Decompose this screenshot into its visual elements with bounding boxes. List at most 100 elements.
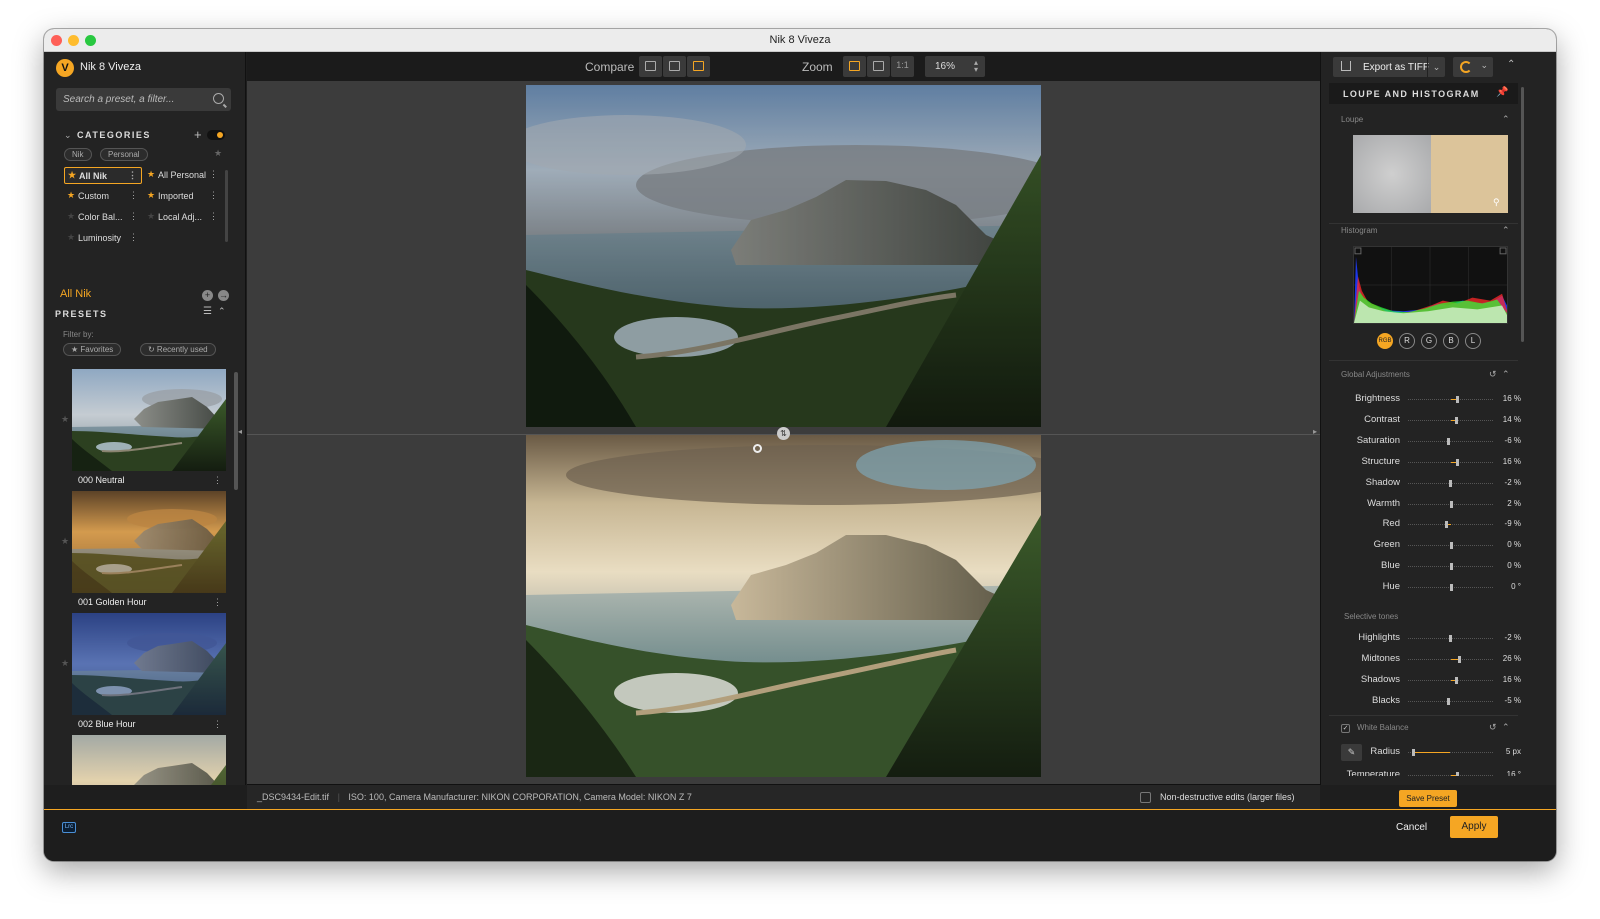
more-icon[interactable]: ⋮	[213, 719, 222, 730]
star-icon: ★	[67, 232, 76, 242]
preset-tile-neutral[interactable]: ★ 000 Neutral ⋮	[61, 369, 226, 487]
close-window-button[interactable]	[51, 35, 62, 46]
more-icon[interactable]: ⋮	[209, 211, 218, 222]
preset-tile-partial[interactable]: ★	[72, 735, 226, 785]
chip-personal[interactable]: Personal	[100, 148, 148, 161]
star-icon: ★	[147, 169, 156, 179]
list-view-icon[interactable]: ☰	[203, 306, 212, 317]
compare-split-icon	[669, 61, 680, 71]
category-all-personal[interactable]: ★ All Personal ⋮	[144, 167, 222, 184]
more-icon[interactable]: ⋮	[129, 232, 138, 243]
slider-thumb[interactable]	[1456, 771, 1460, 776]
title-bar: Nik 8 Viveza	[44, 29, 1556, 52]
non-destructive-label: Non-destructive edits (larger files)	[1160, 792, 1295, 802]
more-icon[interactable]: ⋮	[128, 170, 137, 181]
collapse-right-icon[interactable]: ▸	[1313, 427, 1317, 436]
category-imported[interactable]: ★ Imported ⋮	[144, 188, 222, 205]
cancel-button[interactable]: Cancel	[1396, 822, 1427, 833]
compare-side-by-side-button[interactable]	[663, 56, 686, 77]
add-category-icon[interactable]: +	[194, 127, 202, 142]
preset-thumbnail	[72, 735, 226, 785]
image-metadata: ISO: 100, Camera Manufacturer: NIKON COR…	[348, 792, 692, 802]
star-icon: ★	[147, 211, 156, 221]
star-icon: ★	[67, 211, 76, 221]
categories-toggle[interactable]	[207, 130, 225, 140]
compare-stacked-button[interactable]	[687, 56, 710, 77]
slider-thumb[interactable]	[1412, 749, 1416, 756]
compare-stacked-icon	[693, 61, 704, 71]
filename: _DSC9434-Edit.tif	[257, 792, 330, 802]
control-point-marker[interactable]	[753, 444, 762, 453]
separator: |	[337, 792, 340, 802]
categories-scrollbar[interactable]	[225, 170, 228, 242]
category-color-balance[interactable]: ★ Color Bal... ⋮	[64, 209, 142, 226]
slider-value: 5 px	[1505, 747, 1521, 756]
star-icon[interactable]: ★	[61, 658, 69, 669]
wb-radius-slider[interactable]: Radius 5 px	[1321, 746, 1556, 760]
image-canvas[interactable]: ◂ ▸ ⇅	[238, 81, 1320, 784]
more-icon[interactable]: ⋮	[213, 597, 222, 608]
non-destructive-checkbox[interactable]	[1140, 792, 1151, 803]
save-preset-button[interactable]: Save Preset	[1399, 790, 1457, 807]
search-icon	[213, 93, 224, 104]
search-placeholder: Search a preset, a filter...	[63, 94, 175, 105]
before-image[interactable]	[526, 85, 1041, 427]
preset-name: 002 Blue Hour	[78, 719, 136, 729]
more-icon[interactable]: ⋮	[213, 475, 222, 486]
slider-value: 16 °	[1506, 769, 1521, 777]
more-icon[interactable]: ⋮	[209, 169, 218, 180]
preset-tile-golden-hour[interactable]: ★ 001 Golden Hour ⋮	[61, 491, 226, 609]
chip-nik[interactable]: Nik	[64, 148, 92, 161]
star-icon[interactable]: ★	[61, 414, 69, 425]
minimize-window-button[interactable]	[68, 35, 79, 46]
more-icon[interactable]: ⋮	[129, 211, 138, 222]
star-icon: ★	[68, 170, 77, 180]
category-custom[interactable]: ★ Custom ⋮	[64, 188, 142, 205]
app-logo-icon: V	[56, 59, 74, 77]
zoom-one-to-one-button[interactable]: 1:1	[891, 56, 914, 77]
category-luminosity[interactable]: ★ Luminosity ⋮	[64, 230, 142, 247]
star-icon: ★	[67, 190, 76, 200]
filter-favorites[interactable]: ★ Favorites	[63, 343, 122, 356]
preset-thumbnail	[72, 369, 226, 471]
left-sidebar: V Nik 8 Viveza Search a preset, a filter…	[44, 52, 246, 785]
zoom-fit-icon	[849, 61, 860, 71]
import-preset-icon[interactable]: →	[218, 290, 229, 301]
category-all-nik[interactable]: ★ All Nik ⋮	[64, 167, 142, 184]
zoom-select[interactable]: 16% ▴ ▾	[925, 56, 985, 77]
more-icon[interactable]: ⋮	[209, 190, 218, 201]
zoom-fit-button[interactable]	[843, 56, 866, 77]
presets-header: PRESETS	[55, 309, 108, 319]
category-local-adjustments[interactable]: ★ Local Adj... ⋮	[144, 209, 222, 226]
collapse-left-icon[interactable]: ◂	[238, 427, 242, 436]
compare-off-button[interactable]	[639, 56, 662, 77]
zoom-value: 16%	[935, 61, 956, 72]
white-balance-list: Radius 5 px Temperature 16 °	[1321, 52, 1556, 776]
more-icon[interactable]: ⋮	[129, 190, 138, 201]
right-panel: Export as TIFF ⌄ ⌄ ⌃ LOUPE AND HISTOGRAM…	[1320, 52, 1556, 807]
preset-thumbnail	[72, 491, 226, 593]
preset-tile-blue-hour[interactable]: ★ 002 Blue Hour ⋮	[61, 613, 226, 731]
filter-recently-used[interactable]: ↻ Recently used	[140, 343, 216, 356]
after-image[interactable]	[526, 435, 1041, 777]
compare-single-icon	[645, 61, 656, 71]
split-handle-icon[interactable]: ⇅	[777, 427, 790, 440]
zoom-fill-button[interactable]	[867, 56, 890, 77]
categories-header[interactable]: ⌄ CATEGORIES	[64, 130, 151, 141]
favorite-star-icon[interactable]: ★	[214, 148, 222, 159]
slider-fill	[1413, 752, 1451, 753]
apply-button[interactable]: Apply	[1450, 816, 1498, 838]
preset-thumbnail	[72, 613, 226, 715]
zoom-fill-icon	[873, 61, 884, 71]
wb-temperature-slider[interactable]: Temperature 16 °	[1321, 769, 1556, 777]
add-preset-icon[interactable]: +	[202, 290, 213, 301]
current-category-label: All Nik	[60, 288, 92, 300]
slider-label: Radius	[1370, 746, 1400, 757]
app-name: Nik 8 Viveza	[80, 61, 141, 73]
top-toolbar: Compare Zoom 1:1 16% ▴ ▾	[247, 52, 1320, 81]
zoom-window-button[interactable]	[85, 35, 96, 46]
star-icon[interactable]: ★	[61, 536, 69, 547]
preset-search-input[interactable]: Search a preset, a filter...	[56, 88, 231, 111]
star-icon: ★	[147, 190, 156, 200]
collapse-presets-icon[interactable]: ⌃	[218, 306, 226, 317]
